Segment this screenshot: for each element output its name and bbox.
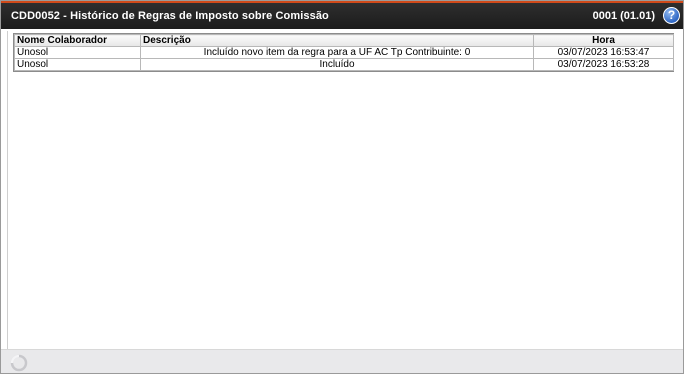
column-header-descricao[interactable]: Descrição <box>140 34 534 47</box>
column-header-hora[interactable]: Hora <box>533 34 674 47</box>
version-label: 0001 (01.01) <box>592 10 655 22</box>
history-grid: Nome Colaborador Descrição Hora Unosol I… <box>13 33 674 72</box>
table-row[interactable]: Unosol Incluído novo item da regra para … <box>14 46 674 59</box>
divider <box>7 31 8 349</box>
table-header-row: Nome Colaborador Descrição Hora <box>14 34 674 47</box>
status-bar <box>1 349 683 373</box>
column-header-colaborador[interactable]: Nome Colaborador <box>14 34 141 47</box>
title-bar: CDD0052 - Histórico de Regras de Imposto… <box>1 1 683 29</box>
loading-spinner-icon <box>10 354 28 372</box>
cell-colaborador: Unosol <box>14 46 141 59</box>
history-window: CDD0052 - Histórico de Regras de Imposto… <box>0 0 684 374</box>
table-row[interactable]: Unosol Incluído 03/07/2023 16:53:28 <box>14 58 674 71</box>
cell-hora: 03/07/2023 16:53:28 <box>533 58 674 71</box>
window-title: CDD0052 - Histórico de Regras de Imposto… <box>11 10 329 22</box>
help-icon[interactable]: ? <box>663 7 680 24</box>
cell-descricao: Incluído novo item da regra para a UF AC… <box>140 46 534 59</box>
cell-descricao: Incluído <box>140 58 534 71</box>
history-table: Nome Colaborador Descrição Hora Unosol I… <box>14 34 674 71</box>
cell-colaborador: Unosol <box>14 58 141 71</box>
content-area: Nome Colaborador Descrição Hora Unosol I… <box>1 29 683 349</box>
cell-hora: 03/07/2023 16:53:47 <box>533 46 674 59</box>
